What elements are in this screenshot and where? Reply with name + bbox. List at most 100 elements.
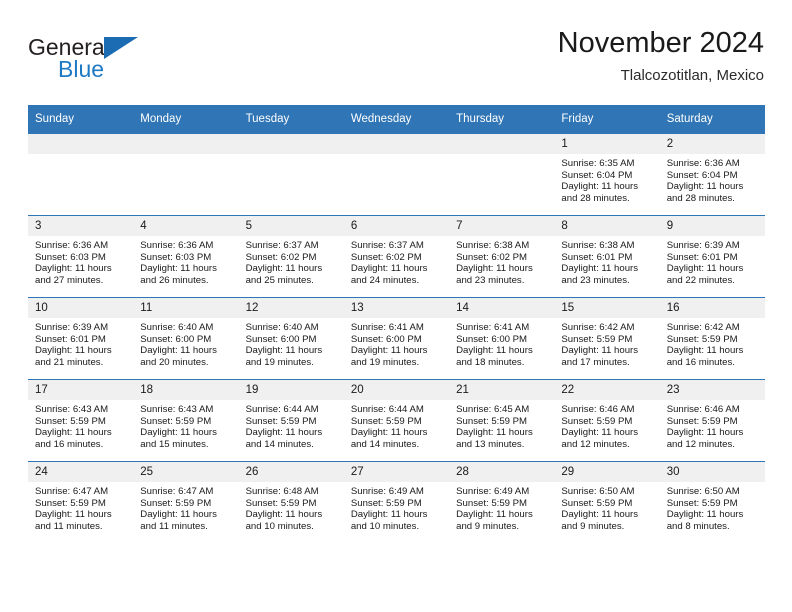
calendar-day-cell[interactable]: 28 Sunrise: 6:49 AM Sunset: 5:59 PM Dayligh… — [449, 461, 555, 543]
day-details: Sunrise: 6:39 AM Sunset: 6:01 PM Daylight:… — [660, 236, 765, 287]
day-number: 2 — [659, 134, 765, 154]
sunset-text: Sunset: 5:59 PM — [140, 415, 212, 427]
daylight-text-line1: Daylight: 11 hours — [666, 345, 744, 357]
day-number — [28, 134, 134, 154]
day-number: 24 — [28, 462, 134, 482]
calendar-day-cell[interactable]: 12 Sunrise: 6:40 AM Sunset: 6:00 PM Dayligh… — [238, 297, 344, 380]
sunrise-text: Sunrise: 6:43 AM — [35, 404, 109, 415]
daylight-text-line1: Daylight: 11 hours — [456, 345, 533, 357]
daylight-text-line1: Daylight: 11 hours — [245, 345, 323, 357]
calendar-day-cell[interactable]: 25 Sunrise: 6:47 AM Sunset: 5:59 PM Dayligh… — [133, 461, 239, 543]
sunset-text: Sunset: 5:59 PM — [35, 415, 106, 427]
sunrise-text: Sunrise: 6:42 AM — [666, 322, 740, 333]
calendar-day-cell[interactable]: 27 Sunrise: 6:49 AM Sunset: 5:59 PM Dayligh… — [343, 461, 450, 543]
day-details: Sunrise: 6:36 AM Sunset: 6:03 PM Daylight:… — [133, 236, 238, 287]
sunset-text: Sunset: 5:59 PM — [350, 415, 422, 427]
sunrise-text: Sunrise: 6:48 AM — [245, 486, 319, 497]
daylight-text-line1: Daylight: 11 hours — [561, 263, 639, 275]
day-number: 19 — [238, 380, 344, 400]
sunrise-text: Sunrise: 6:40 AM — [140, 322, 214, 333]
calendar-day-cell[interactable]: 14 Sunrise: 6:41 AM Sunset: 6:00 PM Dayligh… — [449, 297, 555, 380]
calendar-day-cell[interactable]: 23 Sunrise: 6:46 AM Sunset: 5:59 PM Dayligh… — [659, 379, 765, 462]
day-details: Sunrise: 6:41 AM Sunset: 6:00 PM Daylight:… — [344, 318, 449, 369]
sunrise-text: Sunrise: 6:42 AM — [561, 322, 635, 333]
daylight-text-line1: Daylight: 11 hours — [245, 427, 323, 439]
sunset-text: Sunset: 6:04 PM — [666, 169, 738, 181]
calendar-day-cell[interactable]: 24 Sunrise: 6:47 AM Sunset: 5:59 PM Dayligh… — [28, 461, 134, 543]
day-details: Sunrise: 6:40 AM Sunset: 6:00 PM Daylight:… — [133, 318, 238, 369]
weekday-header-saturday: Saturday — [659, 105, 765, 134]
title-block: November 2024 Tlalcozotitlan, Mexico — [558, 26, 764, 86]
daylight-text-line1: Daylight: 11 hours — [350, 427, 428, 439]
day-number: 11 — [133, 298, 239, 318]
calendar-day-cell[interactable]: 10 Sunrise: 6:39 AM Sunset: 6:01 PM Dayligh… — [28, 297, 134, 380]
day-details: Sunrise: 6:41 AM Sunset: 6:00 PM Daylight:… — [449, 318, 554, 369]
calendar-day-cell[interactable]: 16 Sunrise: 6:42 AM Sunset: 5:59 PM Dayligh… — [659, 297, 765, 380]
page-title: November 2024 — [557, 27, 764, 59]
calendar-day-cell[interactable]: 5 Sunrise: 6:37 AM Sunset: 6:02 PM Daylight… — [238, 215, 344, 298]
daylight-text-line1: Daylight: 11 hours — [456, 427, 533, 439]
calendar-week-row: 17 Sunrise: 6:43 AM Sunset: 5:59 PM Dayligh… — [28, 379, 765, 462]
sunset-text: Sunset: 6:03 PM — [35, 251, 106, 263]
day-number: 21 — [449, 380, 555, 400]
day-number: 6 — [343, 216, 450, 236]
day-number: 17 — [28, 380, 134, 400]
calendar-header-row: Sunday Monday Tuesday Wednesday Thursday… — [28, 105, 765, 134]
sunrise-text: Sunrise: 6:45 AM — [456, 404, 530, 415]
calendar-day-cell[interactable]: 30 Sunrise: 6:50 AM Sunset: 5:59 PM Dayligh… — [659, 461, 765, 543]
weekday-header-sunday: Sunday — [28, 105, 134, 134]
daylight-text-line1: Daylight: 11 hours — [666, 263, 744, 275]
daylight-text-line2: and 10 minutes. — [245, 521, 314, 533]
calendar-day-cell[interactable]: 15 Sunrise: 6:42 AM Sunset: 5:59 PM Dayligh… — [554, 297, 660, 380]
day-number: 12 — [238, 298, 344, 318]
calendar-day-cell[interactable]: 26 Sunrise: 6:48 AM Sunset: 5:59 PM Dayligh… — [238, 461, 344, 543]
calendar-day-cell[interactable]: 20 Sunrise: 6:44 AM Sunset: 5:59 PM Dayligh… — [343, 379, 450, 462]
day-number: 29 — [554, 462, 660, 482]
daylight-text-line2: and 28 minutes. — [561, 193, 630, 205]
calendar-day-cell[interactable]: 2 Sunrise: 6:36 AM Sunset: 6:04 PM Daylight… — [659, 133, 765, 216]
day-details: Sunrise: 6:38 AM Sunset: 6:01 PM Daylight:… — [554, 236, 659, 287]
sunrise-text: Sunrise: 6:49 AM — [350, 486, 424, 497]
calendar-day-cell[interactable]: 17 Sunrise: 6:43 AM Sunset: 5:59 PM Dayligh… — [28, 379, 134, 462]
weekday-header-monday: Monday — [133, 105, 239, 134]
day-number: 23 — [659, 380, 765, 400]
calendar-day-cell[interactable]: 9 Sunrise: 6:39 AM Sunset: 6:01 PM Daylight… — [659, 215, 765, 298]
sunset-text: Sunset: 6:00 PM — [245, 333, 317, 345]
day-number: 25 — [133, 462, 239, 482]
calendar-day-cell[interactable]: 4 Sunrise: 6:36 AM Sunset: 6:03 PM Daylight… — [133, 215, 239, 298]
sunrise-text: Sunrise: 6:40 AM — [245, 322, 319, 333]
sunset-text: Sunset: 5:59 PM — [245, 497, 317, 509]
sunset-text: Sunset: 6:00 PM — [456, 333, 528, 345]
calendar-day-cell[interactable]: 19 Sunrise: 6:44 AM Sunset: 5:59 PM Dayligh… — [238, 379, 344, 462]
day-number: 18 — [133, 380, 239, 400]
calendar-day-cell[interactable]: 21 Sunrise: 6:45 AM Sunset: 5:59 PM Dayligh… — [449, 379, 555, 462]
calendar-day-cell[interactable]: 7 Sunrise: 6:38 AM Sunset: 6:02 PM Daylight… — [449, 215, 555, 298]
day-details: Sunrise: 6:42 AM Sunset: 5:59 PM Daylight:… — [554, 318, 659, 369]
calendar-day-cell[interactable]: 8 Sunrise: 6:38 AM Sunset: 6:01 PM Daylight… — [554, 215, 660, 298]
day-number: 5 — [238, 216, 344, 236]
sunset-text: Sunset: 6:01 PM — [561, 251, 633, 263]
weekday-header-thursday: Thursday — [449, 105, 555, 134]
day-number: 14 — [449, 298, 555, 318]
daylight-text-line2: and 26 minutes. — [140, 275, 209, 287]
calendar-day-cell[interactable]: 13 Sunrise: 6:41 AM Sunset: 6:00 PM Dayligh… — [343, 297, 450, 380]
calendar-day-cell[interactable]: 3 Sunrise: 6:36 AM Sunset: 6:03 PM Daylight… — [28, 215, 134, 298]
general-blue-logo[interactable]: General Blue — [28, 34, 208, 90]
calendar-day-cell[interactable]: 18 Sunrise: 6:43 AM Sunset: 5:59 PM Dayligh… — [133, 379, 239, 462]
calendar-day-cell[interactable]: 1 Sunrise: 6:35 AM Sunset: 6:04 PM Daylight… — [554, 133, 660, 216]
sunrise-text: Sunrise: 6:41 AM — [456, 322, 530, 333]
calendar-day-cell[interactable]: 6 Sunrise: 6:37 AM Sunset: 6:02 PM Daylight… — [343, 215, 450, 298]
daylight-text-line2: and 9 minutes. — [456, 521, 520, 533]
sunrise-text: Sunrise: 6:46 AM — [561, 404, 635, 415]
daylight-text-line1: Daylight: 11 hours — [350, 263, 428, 275]
sunset-text: Sunset: 5:59 PM — [666, 497, 738, 509]
calendar-day-cell[interactable]: 29 Sunrise: 6:50 AM Sunset: 5:59 PM Dayligh… — [554, 461, 660, 543]
daylight-text-line1: Daylight: 11 hours — [245, 509, 323, 521]
day-details: Sunrise: 6:42 AM Sunset: 5:59 PM Daylight:… — [660, 318, 765, 369]
daylight-text-line1: Daylight: 11 hours — [561, 345, 639, 357]
daylight-text-line1: Daylight: 11 hours — [35, 345, 112, 357]
calendar-day-cell[interactable]: 11 Sunrise: 6:40 AM Sunset: 6:00 PM Dayligh… — [133, 297, 239, 380]
day-number: 1 — [554, 134, 660, 154]
calendar-day-cell[interactable]: 22 Sunrise: 6:46 AM Sunset: 5:59 PM Dayligh… — [554, 379, 660, 462]
sunrise-text: Sunrise: 6:43 AM — [140, 404, 214, 415]
